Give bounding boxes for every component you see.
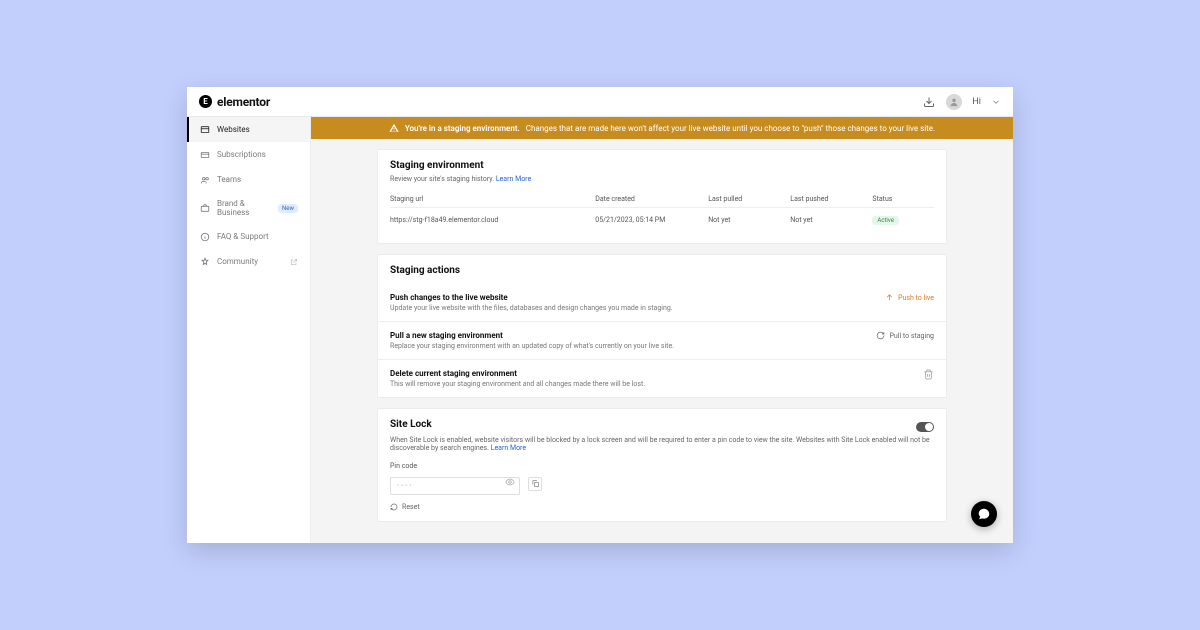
push-title: Push changes to the live website xyxy=(390,293,673,302)
pin-section: Pin code Reset xyxy=(378,462,946,521)
copy-pin-button[interactable] xyxy=(528,477,542,491)
greeting-text: Hi xyxy=(972,97,981,107)
staging-actions-card: Staging actions Push changes to the live… xyxy=(377,254,947,398)
col-created: Date created xyxy=(595,195,708,203)
info-icon xyxy=(199,231,210,242)
sidebar-item-label: Subscriptions xyxy=(217,150,266,159)
sidebar-item-label: Teams xyxy=(217,175,241,184)
sidebar-item-websites[interactable]: Websites xyxy=(187,117,310,142)
sidebar-item-teams[interactable]: Teams xyxy=(187,167,310,192)
sitelock-learn-more-link[interactable]: Learn More xyxy=(491,444,526,452)
trash-icon xyxy=(923,369,934,380)
body: Websites Subscriptions Teams Brand & Bus… xyxy=(187,117,1013,543)
pull-action-row: Pull a new staging environment Replace y… xyxy=(378,322,946,360)
pin-label: Pin code xyxy=(390,462,934,470)
eye-icon[interactable] xyxy=(505,477,515,487)
reset-icon xyxy=(390,503,398,511)
staging-environment-card: Staging environment Review your site's s… xyxy=(377,149,947,244)
cell-created: 05/21/2023, 05:14 PM xyxy=(595,216,708,225)
external-link-icon xyxy=(290,258,298,266)
chevron-down-icon[interactable] xyxy=(991,97,1001,107)
chat-icon xyxy=(977,507,991,521)
alert-bold: You're in a staging environment. xyxy=(405,124,520,133)
refresh-icon xyxy=(876,331,885,340)
pull-desc: Replace your staging environment with an… xyxy=(390,342,674,350)
status-badge: Active xyxy=(872,216,899,225)
topbar: E elementor Hi xyxy=(187,87,1013,117)
sidebar-item-brand[interactable]: Brand & Business New xyxy=(187,192,310,224)
warning-icon xyxy=(389,123,399,133)
topbar-right: Hi xyxy=(922,94,1001,110)
brand[interactable]: E elementor xyxy=(199,95,270,109)
sitelock-toggle[interactable] xyxy=(916,422,934,432)
table-row: https://stg-f18a49.elementor.cloud 05/21… xyxy=(390,208,934,233)
sidebar-item-label: Websites xyxy=(217,125,250,134)
push-to-live-button[interactable]: Push to live xyxy=(885,293,934,302)
website-icon xyxy=(199,124,210,135)
cell-pulled: Not yet xyxy=(708,216,790,225)
sidebar-item-faq[interactable]: FAQ & Support xyxy=(187,224,310,249)
staging-actions-title: Staging actions xyxy=(390,265,934,276)
sitelock-title: Site Lock xyxy=(390,419,432,430)
chat-button[interactable] xyxy=(971,501,997,527)
staging-alert: You're in a staging environment. Changes… xyxy=(311,117,1013,139)
cell-pushed: Not yet xyxy=(790,216,872,225)
avatar[interactable] xyxy=(946,94,962,110)
pull-title: Pull a new staging environment xyxy=(390,331,674,340)
staging-env-sub: Review your site's staging history. Lear… xyxy=(390,175,934,183)
learn-more-link[interactable]: Learn More xyxy=(496,175,531,183)
community-icon xyxy=(199,256,210,267)
staging-table: Staging url Date created Last pulled Las… xyxy=(390,191,934,233)
sitelock-card: Site Lock When Site Lock is enabled, web… xyxy=(377,408,947,522)
staging-env-title: Staging environment xyxy=(390,160,934,171)
push-icon xyxy=(885,293,894,302)
copy-icon xyxy=(531,479,540,488)
briefcase-icon xyxy=(199,203,210,214)
sidebar-item-subscriptions[interactable]: Subscriptions xyxy=(187,142,310,167)
delete-desc: This will remove your staging environmen… xyxy=(390,380,645,388)
sidebar-item-community[interactable]: Community xyxy=(187,249,310,274)
sidebar-item-label: Brand & Business xyxy=(217,199,267,217)
sidebar: Websites Subscriptions Teams Brand & Bus… xyxy=(187,117,311,543)
brand-name: elementor xyxy=(217,95,270,109)
teams-icon xyxy=(199,174,210,185)
sidebar-item-label: Community xyxy=(217,257,258,266)
push-action-row: Push changes to the live website Update … xyxy=(378,284,946,322)
col-status: Status xyxy=(872,195,934,203)
delete-title: Delete current staging environment xyxy=(390,369,645,378)
app-window: E elementor Hi Websites Subscriptions xyxy=(187,87,1013,543)
new-badge: New xyxy=(278,204,298,213)
col-pushed: Last pushed xyxy=(790,195,872,203)
table-header: Staging url Date created Last pulled Las… xyxy=(390,191,934,208)
sidebar-item-label: FAQ & Support xyxy=(217,232,269,241)
alert-text: Changes that are made here won't affect … xyxy=(526,124,935,133)
brand-logo-icon: E xyxy=(199,95,212,108)
subscriptions-icon xyxy=(199,149,210,160)
pin-input[interactable] xyxy=(390,477,520,495)
push-desc: Update your live website with the files,… xyxy=(390,304,673,312)
col-pulled: Last pulled xyxy=(708,195,790,203)
col-url: Staging url xyxy=(390,195,595,203)
delete-staging-button[interactable] xyxy=(923,369,934,380)
delete-action-row: Delete current staging environment This … xyxy=(378,360,946,397)
download-icon[interactable] xyxy=(922,95,936,109)
reset-pin-button[interactable]: Reset xyxy=(390,503,934,511)
main-content: You're in a staging environment. Changes… xyxy=(311,117,1013,543)
sitelock-desc: When Site Lock is enabled, website visit… xyxy=(390,436,934,452)
pull-to-staging-button[interactable]: Pull to staging xyxy=(876,331,934,340)
cell-url[interactable]: https://stg-f18a49.elementor.cloud xyxy=(390,216,595,225)
cell-status: Active xyxy=(872,216,934,225)
